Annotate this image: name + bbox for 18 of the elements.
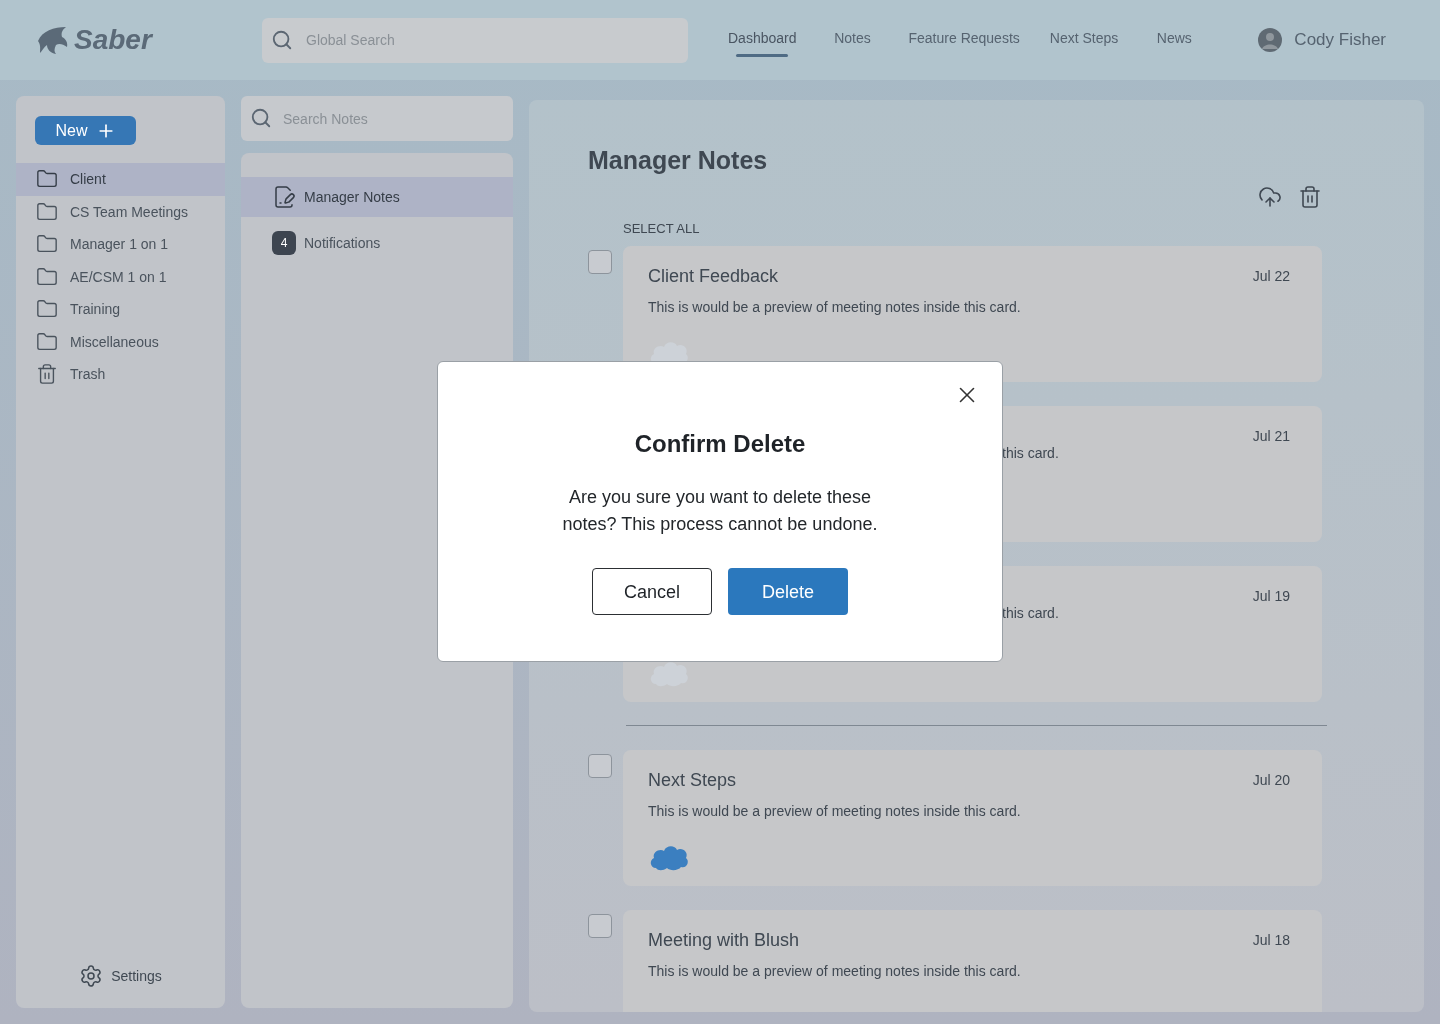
- app-logo: Saber: [74, 23, 152, 57]
- card-preview: this card.: [1002, 604, 1059, 623]
- card-date: Jul 20: [1252, 771, 1290, 790]
- card-preview: This is would be a preview of meeting notes inside this card.: [648, 298, 1021, 317]
- card-title: Client Feedback: [648, 265, 780, 288]
- dialog-message: Are you sure you want to delete these notes? This process cannot be undone.: [561, 486, 879, 536]
- card-preview: This is would be a preview of meeting notes inside this card.: [648, 962, 1021, 981]
- card-date: Jul 21: [1252, 427, 1290, 446]
- card-title: Meeting with Blush: [648, 929, 801, 952]
- card-date: Jul 18: [1252, 931, 1290, 950]
- count-badge: 4: [272, 231, 296, 255]
- card-date: Jul 19: [1252, 587, 1290, 606]
- card-title: Next Steps: [648, 769, 738, 792]
- page-title: Manager Notes: [588, 145, 769, 176]
- card-preview: This is would be a preview of meeting notes inside this card.: [648, 802, 1021, 821]
- dialog-title: Confirm Delete: [634, 429, 806, 459]
- card-preview: this card.: [1002, 444, 1059, 463]
- card-date: Jul 22: [1252, 267, 1290, 286]
